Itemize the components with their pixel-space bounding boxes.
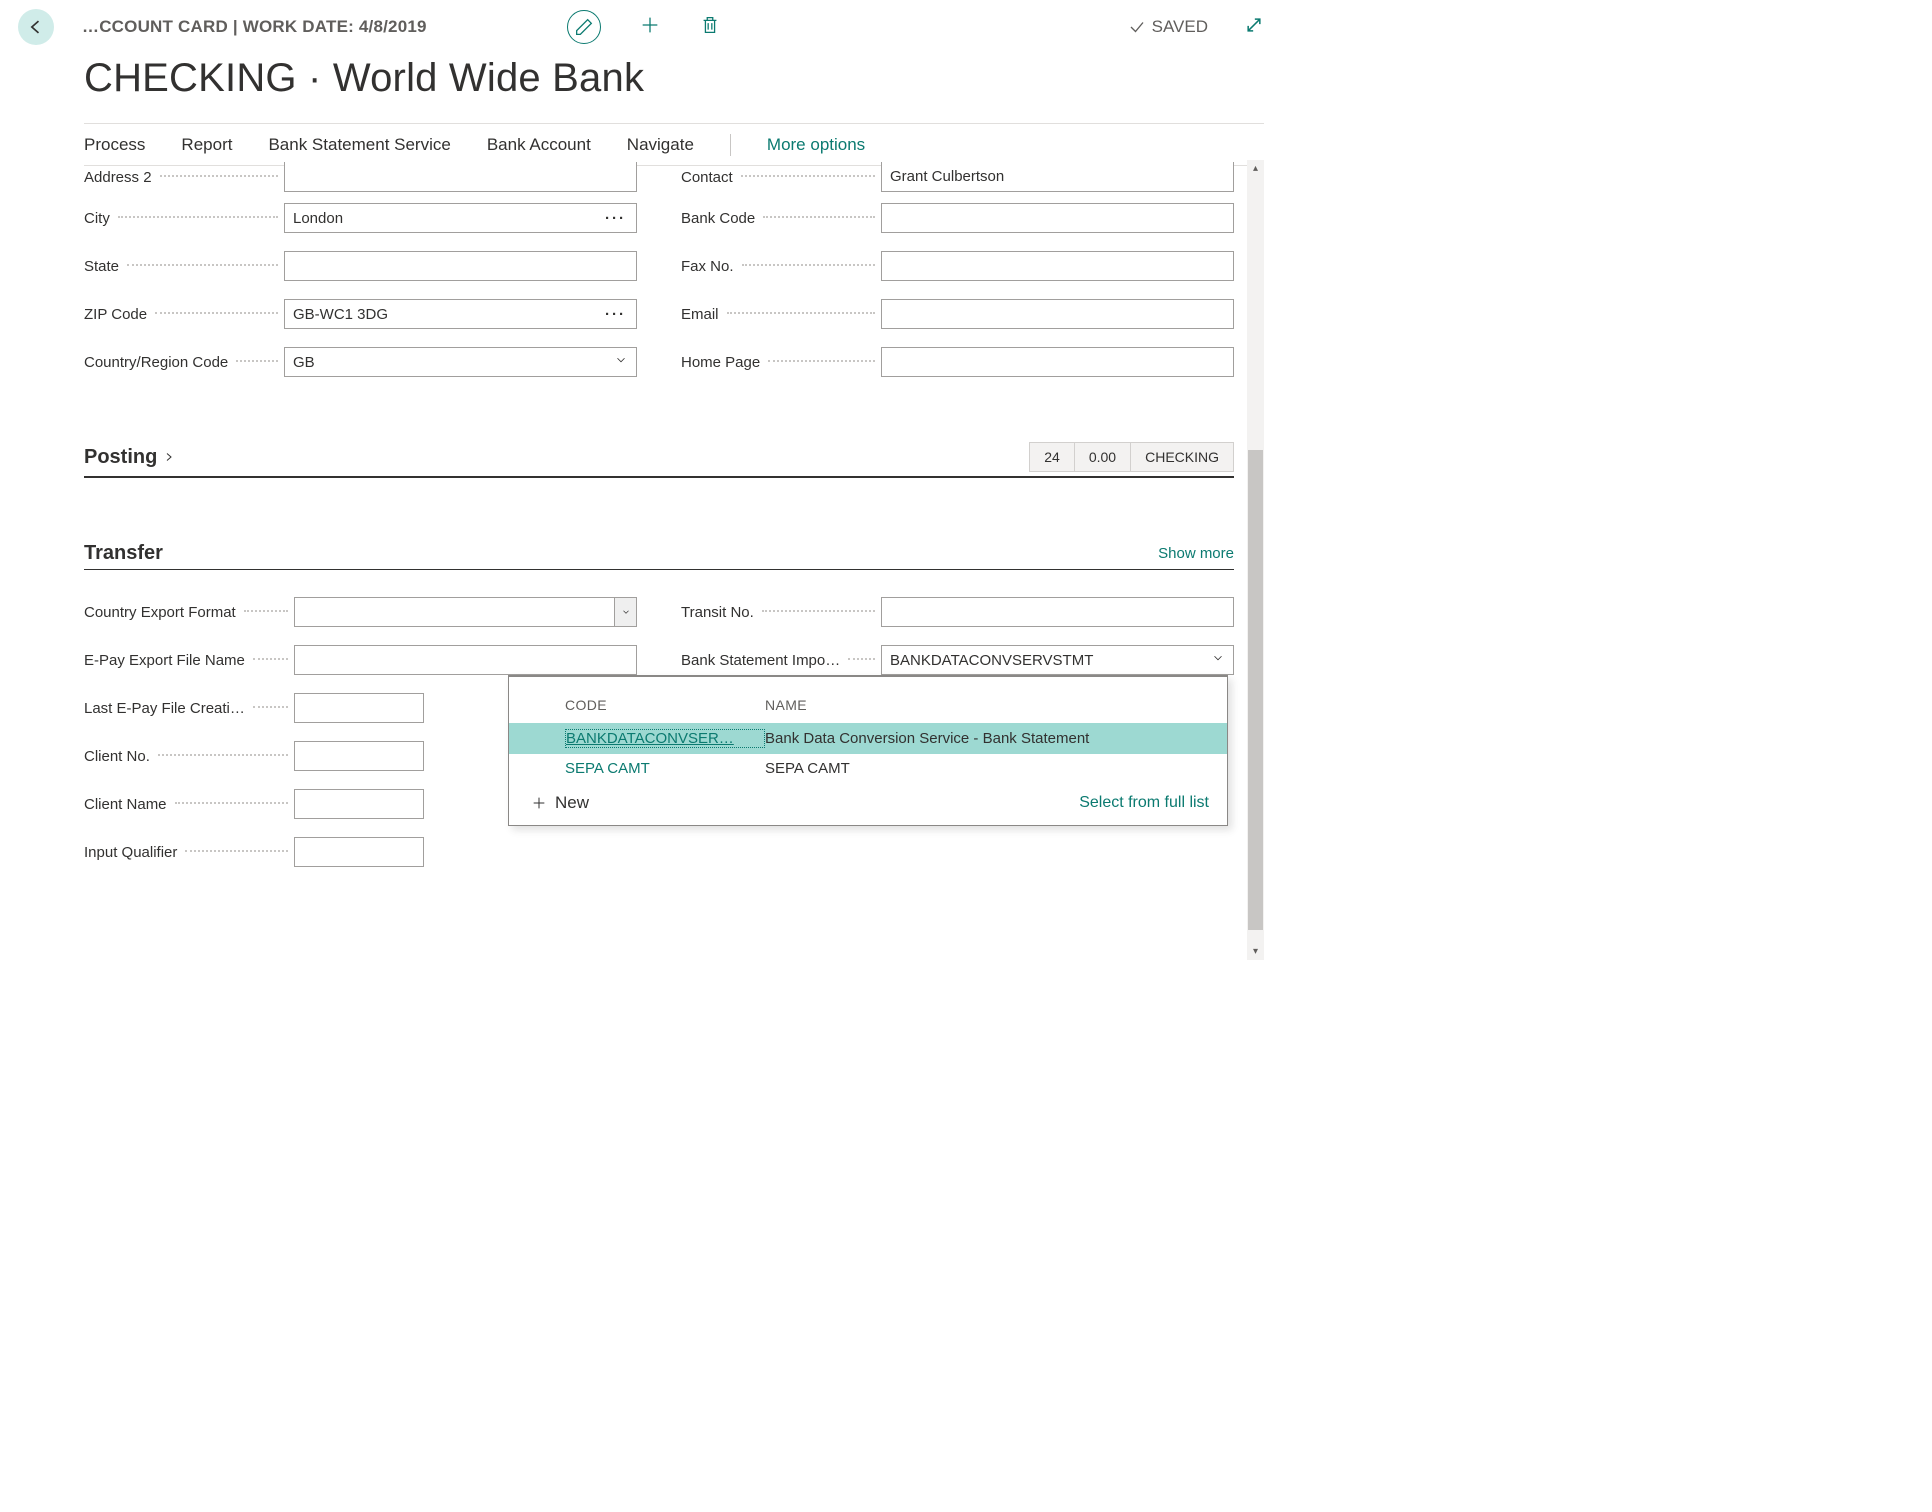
label-city: City (84, 210, 110, 227)
breadcrumb: …CCOUNT CARD | WORK DATE: 4/8/2019 (82, 17, 427, 37)
label-zip: ZIP Code (84, 306, 147, 323)
transfer-section-header: Transfer Show more (84, 542, 1234, 570)
dropdown-col-name: NAME (765, 697, 807, 713)
menu-process[interactable]: Process (84, 135, 145, 155)
input-country[interactable]: GB (284, 347, 637, 377)
input-zip[interactable]: GB-WC1 3DG ··· (284, 299, 637, 329)
label-bank-code: Bank Code (681, 210, 755, 227)
input-address2[interactable] (284, 162, 637, 192)
input-email[interactable] (881, 299, 1234, 329)
menu-bank-account[interactable]: Bank Account (487, 135, 591, 155)
menu-bank-stmt-service[interactable]: Bank Statement Service (268, 135, 450, 155)
dropdown-row-name: Bank Data Conversion Service - Bank Stat… (765, 730, 1227, 747)
country-chevron-down-icon[interactable] (614, 353, 628, 371)
select-country-export[interactable] (294, 597, 637, 627)
label-epay-export: E-Pay Export File Name (84, 652, 245, 669)
dropdown-header: CODE NAME (509, 677, 1227, 723)
menu-report[interactable]: Report (181, 135, 232, 155)
label-country-export: Country Export Format (84, 604, 236, 621)
saved-label: SAVED (1152, 17, 1208, 37)
bank-stmt-import-chevron-down-icon[interactable] (1211, 651, 1225, 669)
saved-indicator: SAVED (1128, 17, 1208, 37)
label-transit-no: Transit No. (681, 604, 754, 621)
input-client-no[interactable] (294, 741, 424, 771)
input-contact[interactable]: Grant Culbertson (881, 162, 1234, 192)
input-client-name[interactable] (294, 789, 424, 819)
label-input-qualifier: Input Qualifier (84, 844, 177, 861)
posting-value-1: 24 (1029, 442, 1075, 472)
posting-value-3: CHECKING (1130, 442, 1234, 472)
transfer-title: Transfer (84, 542, 163, 565)
page-title: CHECKING · World Wide Bank (84, 56, 1264, 101)
label-bank-stmt-import: Bank Statement Impo… (681, 652, 840, 669)
menu-separator (730, 134, 731, 156)
dropdown-row-name: SEPA CAMT (765, 760, 1227, 777)
expand-icon[interactable] (1244, 15, 1264, 39)
input-bank-stmt-import[interactable]: BANKDATACONVSERVSTMT (881, 645, 1234, 675)
label-address2: Address 2 (84, 169, 152, 186)
label-fax: Fax No. (681, 258, 734, 275)
label-client-name: Client Name (84, 796, 167, 813)
dropdown-row-selected[interactable]: BANKDATACONVSER… Bank Data Conversion Se… (509, 723, 1227, 754)
input-epay-export[interactable] (294, 645, 637, 675)
dropdown-row-code: SEPA CAMT (565, 760, 765, 777)
label-email: Email (681, 306, 719, 323)
dropdown-new-label: New (555, 793, 589, 813)
scrollbar[interactable]: ▴ ▾ (1247, 160, 1264, 960)
scrollbar-thumb[interactable] (1248, 450, 1263, 930)
back-button[interactable] (18, 9, 54, 45)
input-state[interactable] (284, 251, 637, 281)
input-home-page[interactable] (881, 347, 1234, 377)
dropdown-row-code: BANKDATACONVSER… (565, 729, 765, 748)
city-lookup-icon[interactable]: ··· (605, 210, 628, 227)
posting-section-header[interactable]: Posting 24 0.00 CHECKING (84, 442, 1234, 478)
menu-navigate[interactable]: Navigate (627, 135, 694, 155)
country-export-chevron-down-icon[interactable] (614, 598, 636, 626)
dropdown-new-button[interactable]: New (531, 793, 589, 813)
input-city[interactable]: London ··· (284, 203, 637, 233)
bank-stmt-import-dropdown: CODE NAME BANKDATACONVSER… Bank Data Con… (508, 675, 1228, 826)
dropdown-row[interactable]: SEPA CAMT SEPA CAMT (509, 754, 1227, 783)
zip-lookup-icon[interactable]: ··· (605, 306, 628, 323)
posting-value-2: 0.00 (1074, 442, 1131, 472)
input-transit-no[interactable] (881, 597, 1234, 627)
posting-summary: 24 0.00 CHECKING (1030, 442, 1234, 472)
input-fax[interactable] (881, 251, 1234, 281)
show-more-link[interactable]: Show more (1158, 545, 1234, 562)
menu-more-options[interactable]: More options (767, 135, 865, 155)
chevron-right-icon (163, 451, 175, 463)
label-last-epay: Last E-Pay File Creati… (84, 700, 245, 717)
select-from-full-list-link[interactable]: Select from full list (1079, 794, 1209, 812)
label-client-no: Client No. (84, 748, 150, 765)
scrollbar-down-arrow[interactable]: ▾ (1247, 943, 1264, 960)
input-input-qualifier[interactable] (294, 837, 424, 867)
delete-icon[interactable] (699, 14, 721, 40)
input-bank-code[interactable] (881, 203, 1234, 233)
input-last-epay[interactable] (294, 693, 424, 723)
add-icon[interactable] (639, 14, 661, 40)
label-contact: Contact (681, 169, 733, 186)
edit-icon[interactable] (567, 10, 601, 44)
posting-title: Posting (84, 446, 157, 469)
dropdown-col-code: CODE (565, 697, 765, 713)
label-state: State (84, 258, 119, 275)
scrollbar-up-arrow[interactable]: ▴ (1247, 160, 1264, 177)
label-home-page: Home Page (681, 354, 760, 371)
label-country: Country/Region Code (84, 354, 228, 371)
